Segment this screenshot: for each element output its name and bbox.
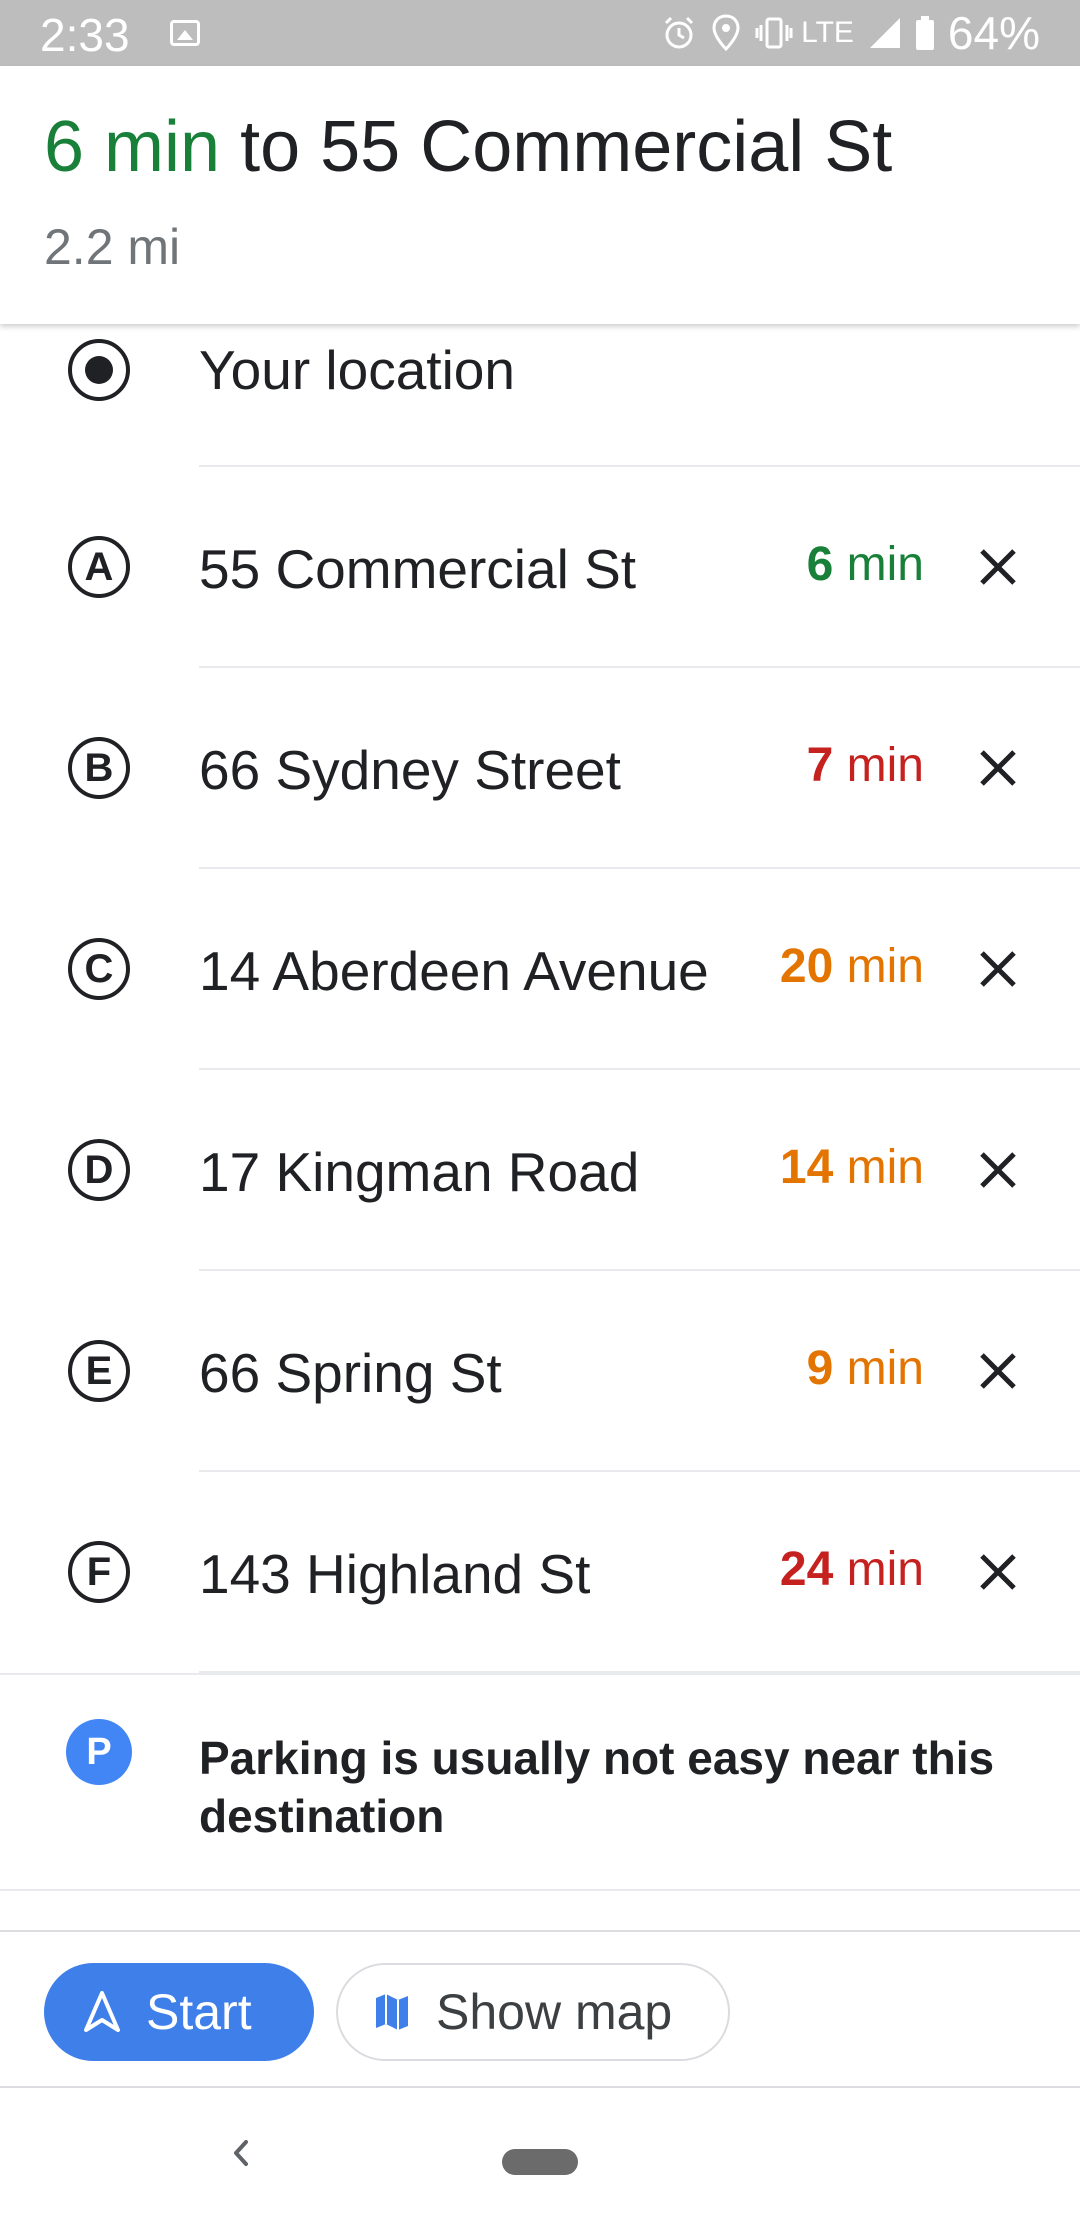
- route-title: 6 min to 55 Commercial St: [44, 106, 892, 188]
- location-pin-icon: [712, 14, 740, 52]
- status-bar: 2:33 LTE 64%: [0, 0, 1080, 66]
- stop-duration-value: 6: [806, 538, 834, 591]
- stop-row-d[interactable]: D 17 Kingman Road 14 min: [0, 1070, 1080, 1271]
- map-icon: [376, 1994, 408, 2030]
- stop-label: 66 Spring St: [199, 1342, 502, 1404]
- stop-duration-unit: min: [846, 1342, 924, 1395]
- route-destination: to 55 Commercial St: [240, 107, 893, 187]
- network-type: LTE: [801, 16, 854, 49]
- parking-icon: P: [66, 1719, 132, 1785]
- close-icon: [980, 1554, 1016, 1590]
- stop-marker-a-icon: A: [68, 536, 130, 598]
- stop-label: 55 Commercial St: [199, 538, 637, 600]
- close-icon: [980, 1353, 1016, 1389]
- remove-stop-button[interactable]: [966, 1339, 1030, 1403]
- stop-duration: 24 min: [780, 1542, 924, 1597]
- stop-marker-e-icon: E: [68, 1340, 130, 1402]
- stop-duration-unit: min: [846, 538, 924, 591]
- status-time: 2:33: [40, 9, 130, 61]
- system-nav-bar: [0, 2088, 1080, 2220]
- stop-duration-value: 14: [779, 1141, 834, 1194]
- remove-stop-button[interactable]: [966, 736, 1030, 800]
- navigation-arrow-icon: [84, 1991, 120, 2032]
- stop-duration-unit: min: [846, 940, 924, 993]
- origin-row[interactable]: Your location: [0, 324, 1080, 467]
- close-icon: [980, 549, 1016, 585]
- close-icon: [980, 750, 1016, 786]
- stop-marker-b-icon: B: [68, 737, 130, 799]
- image-notification-icon: [170, 20, 200, 46]
- stop-duration-value: 20: [779, 940, 834, 993]
- route-duration: 6 min: [44, 107, 221, 187]
- back-chevron-icon: [234, 2140, 248, 2166]
- stop-duration-unit: min: [846, 1543, 924, 1596]
- signal-icon: [869, 18, 900, 48]
- stop-marker-d-icon: D: [68, 1139, 130, 1201]
- start-button-label: Start: [146, 1984, 252, 2040]
- stop-duration-unit: min: [846, 1141, 924, 1194]
- stop-duration: 20 min: [780, 939, 924, 994]
- stop-row-e[interactable]: E 66 Spring St 9 min: [0, 1271, 1080, 1472]
- close-icon: [980, 1152, 1016, 1188]
- home-pill-button[interactable]: [502, 2149, 578, 2175]
- remove-stop-button[interactable]: [966, 535, 1030, 599]
- stop-duration: 14 min: [780, 1140, 924, 1195]
- remove-stop-button[interactable]: [966, 1138, 1030, 1202]
- stop-duration-value: 24: [779, 1543, 834, 1596]
- stop-label: 17 Kingman Road: [199, 1141, 640, 1203]
- stops-list: Your location A 55 Commercial St 6 min B…: [0, 324, 1080, 1673]
- route-summary-header: 6 min to 55 Commercial St 2.2 mi: [0, 66, 1080, 324]
- stop-duration-value: 9: [806, 1342, 834, 1395]
- stop-duration-unit: min: [846, 739, 924, 792]
- action-bar: Start Show map: [0, 1930, 1080, 2088]
- stop-row-f[interactable]: F 143 Highland St 24 min: [0, 1472, 1080, 1673]
- battery-icon: [915, 16, 934, 50]
- vibrate-icon: [755, 17, 793, 49]
- stop-duration: 6 min: [807, 537, 924, 592]
- origin-marker-icon: [68, 339, 130, 401]
- divider: [0, 1889, 1080, 1891]
- stop-label: 66 Sydney Street: [199, 739, 621, 801]
- close-icon: [980, 951, 1016, 987]
- show-map-button[interactable]: Show map: [336, 1963, 730, 2061]
- stop-label: 143 Highland St: [199, 1543, 591, 1605]
- back-button[interactable]: [220, 2128, 260, 2178]
- stop-row-b[interactable]: B 66 Sydney Street 7 min: [0, 668, 1080, 869]
- stop-row-a[interactable]: A 55 Commercial St 6 min: [0, 467, 1080, 668]
- start-button[interactable]: Start: [44, 1963, 314, 2061]
- parking-text: Parking is usually not easy near this de…: [199, 1732, 995, 1842]
- stop-label: 14 Aberdeen Avenue: [199, 940, 709, 1002]
- remove-stop-button[interactable]: [966, 937, 1030, 1001]
- stop-marker-f-icon: F: [68, 1541, 130, 1603]
- route-distance: 2.2 mi: [44, 219, 181, 275]
- battery-percentage: 64%: [947, 7, 1040, 59]
- stop-duration-value: 7: [806, 739, 834, 792]
- parking-notice: P Parking is usually not easy near this …: [0, 1675, 1080, 1890]
- alarm-icon: [665, 16, 694, 49]
- stop-duration: 7 min: [807, 738, 924, 793]
- origin-label: Your location: [199, 339, 515, 401]
- stop-row-c[interactable]: C 14 Aberdeen Avenue 20 min: [0, 869, 1080, 1070]
- status-icons: LTE 64%: [661, 0, 1040, 66]
- show-map-button-label: Show map: [436, 1984, 673, 2040]
- remove-stop-button[interactable]: [966, 1540, 1030, 1604]
- stop-duration: 9 min: [807, 1341, 924, 1396]
- stop-marker-c-icon: C: [68, 938, 130, 1000]
